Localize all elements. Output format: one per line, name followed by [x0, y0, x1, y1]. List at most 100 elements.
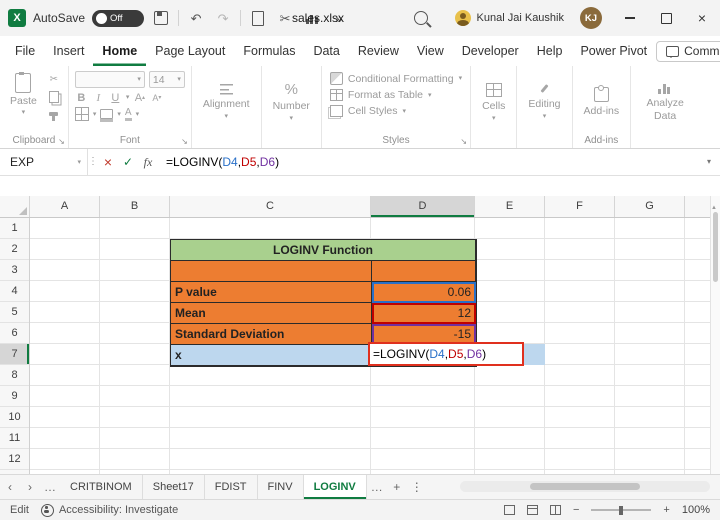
redo-button[interactable] [213, 8, 233, 28]
row-header-5[interactable]: 5 [0, 302, 29, 323]
enter-button[interactable] [118, 152, 138, 172]
row-header-8[interactable]: 8 [0, 365, 29, 386]
zoom-in-button[interactable] [663, 505, 669, 516]
cut-button[interactable] [46, 73, 62, 87]
vertical-scrollbar[interactable] [710, 196, 720, 474]
sheet-tab-fdist[interactable]: FDIST [205, 475, 258, 499]
row-header-2[interactable]: 2 [0, 239, 29, 260]
normal-view-button[interactable] [503, 505, 515, 515]
row-header-3[interactable]: 3 [0, 260, 29, 281]
column-header-e[interactable]: E [475, 196, 545, 217]
close-button[interactable] [684, 0, 720, 36]
minimize-button[interactable] [612, 0, 648, 36]
number-button[interactable]: Number [268, 71, 315, 133]
zoom-slider[interactable] [591, 505, 652, 515]
user-initials-badge[interactable]: KJ [580, 7, 602, 29]
menu-tab-review[interactable]: Review [349, 36, 408, 66]
user-account[interactable]: Kunal Jai Kaushik [449, 10, 570, 26]
menu-tab-view[interactable]: View [408, 36, 453, 66]
horizontal-scrollbar[interactable] [460, 481, 710, 492]
sheet-tab-critbinom[interactable]: CRITBINOM [60, 475, 143, 499]
menu-tab-power-pivot[interactable]: Power Pivot [571, 36, 656, 66]
column-header-b[interactable]: B [100, 196, 170, 217]
page-break-view-button[interactable] [549, 505, 561, 515]
format-painter-button[interactable] [46, 107, 62, 121]
italic-button[interactable] [92, 91, 105, 104]
increase-font-size-button[interactable] [133, 91, 146, 104]
clipboard-dialog-launcher[interactable] [58, 138, 65, 146]
font-dialog-launcher[interactable] [181, 138, 188, 146]
formula-edit-cell[interactable]: =LOGINV(D4, D5, D6) [368, 342, 524, 366]
paste-button[interactable]: Paste [6, 71, 41, 133]
row-header-6[interactable]: 6 [0, 323, 29, 344]
sheet-tab-sheet17[interactable]: Sheet17 [143, 475, 205, 499]
underline-options-button[interactable] [126, 94, 130, 101]
row-header-10[interactable]: 10 [0, 407, 29, 428]
borders-button[interactable] [74, 107, 89, 121]
cell-c5[interactable]: Mean [171, 303, 372, 324]
more-sheets-button[interactable] [367, 475, 387, 499]
select-all-corner[interactable] [0, 196, 30, 217]
cells-button[interactable]: Cells [477, 71, 510, 133]
column-header-f[interactable]: F [545, 196, 615, 217]
analyze-data-button[interactable]: Analyze Data [637, 71, 693, 133]
copy-button[interactable] [46, 90, 62, 104]
comments-button[interactable]: Comments [656, 40, 720, 62]
formula-bar-grip[interactable] [88, 157, 98, 167]
column-header-d[interactable]: D [371, 196, 475, 217]
name-box[interactable]: EXP [0, 149, 88, 175]
mode-indicator[interactable]: Edit [10, 504, 29, 516]
row-header-1[interactable]: 1 [0, 218, 29, 239]
zoom-level[interactable]: 100% [682, 504, 710, 516]
addins-button[interactable]: Add-ins [579, 71, 625, 133]
vertical-scroll-thumb[interactable] [713, 212, 718, 282]
column-header-g[interactable]: G [615, 196, 685, 217]
save-button[interactable] [151, 8, 171, 28]
cell-c6[interactable]: Standard Deviation [171, 324, 372, 345]
zoom-out-button[interactable] [573, 505, 579, 516]
row-header-11[interactable]: 11 [0, 428, 29, 449]
cell-styles-button[interactable]: Cell Styles [328, 104, 464, 118]
cell-d5[interactable]: 12 [372, 303, 476, 324]
cell-c3[interactable] [171, 261, 372, 282]
alignment-button[interactable]: Alignment [198, 71, 255, 133]
page-layout-view-button[interactable] [526, 505, 538, 515]
font-color-options-button[interactable] [136, 111, 140, 118]
underline-button[interactable] [109, 91, 122, 104]
cells-area[interactable]: LOGINV Function P value 0.06 Mean 12 Sta… [30, 218, 720, 474]
cell-c7[interactable]: x [171, 345, 372, 366]
font-color-button[interactable] [124, 107, 132, 121]
sheet-tab-finv[interactable]: FINV [258, 475, 304, 499]
cell-d4[interactable]: 0.06 [372, 282, 476, 303]
menu-tab-formulas[interactable]: Formulas [234, 36, 304, 66]
maximize-button[interactable] [648, 0, 684, 36]
sheet-nav-left-button[interactable] [0, 475, 20, 499]
menu-tab-home[interactable]: Home [93, 36, 146, 66]
bold-button[interactable] [75, 91, 88, 104]
row-header-4[interactable]: 4 [0, 281, 29, 302]
table-title-cell[interactable]: LOGINV Function [171, 240, 476, 261]
borders-options-button[interactable] [93, 111, 97, 118]
styles-dialog-launcher[interactable] [460, 138, 467, 146]
row-header-12[interactable]: 12 [0, 449, 29, 470]
formula-bar-expand-button[interactable] [698, 158, 720, 166]
fill-color-button[interactable] [100, 109, 114, 122]
copy-page-button[interactable] [248, 8, 268, 28]
sheet-list-button[interactable] [40, 475, 60, 499]
menu-tab-file[interactable]: File [6, 36, 44, 66]
formula-input[interactable]: =LOGINV(D4,D5,D6) [158, 155, 698, 169]
menu-tab-data[interactable]: Data [304, 36, 348, 66]
fill-color-options-button[interactable] [117, 111, 121, 118]
sheet-options-button[interactable] [407, 475, 427, 499]
menu-tab-insert[interactable]: Insert [44, 36, 93, 66]
zoom-slider-thumb[interactable] [619, 505, 623, 515]
horizontal-scroll-thumb[interactable] [530, 483, 640, 490]
accessibility-status[interactable]: Accessibility: Investigate [40, 503, 178, 517]
undo-button[interactable] [186, 8, 206, 28]
new-sheet-button[interactable] [387, 475, 407, 499]
column-header-c[interactable]: C [170, 196, 371, 217]
cancel-button[interactable] [98, 152, 118, 172]
row-header-7[interactable]: 7 [0, 344, 29, 365]
menu-tab-help[interactable]: Help [528, 36, 572, 66]
menu-tab-page-layout[interactable]: Page Layout [146, 36, 234, 66]
